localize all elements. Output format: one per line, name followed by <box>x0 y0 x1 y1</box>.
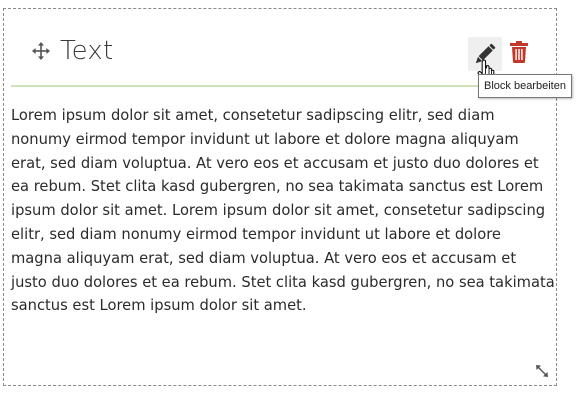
pencil-icon <box>475 43 496 64</box>
resize-icon[interactable] <box>534 363 550 379</box>
move-icon[interactable] <box>32 42 50 60</box>
edit-tooltip: Block bearbeiten <box>478 74 572 98</box>
block-title: Text <box>60 36 114 66</box>
trash-icon <box>510 41 528 63</box>
header-divider <box>11 85 556 87</box>
text-block[interactable]: Text Lorem ipsum dolor sit amet, consete… <box>3 8 557 386</box>
delete-button[interactable] <box>507 39 531 65</box>
block-body-text[interactable]: Lorem ipsum dolor sit amet, consetetur s… <box>11 104 556 318</box>
edit-button[interactable] <box>468 37 502 71</box>
block-header: Text <box>4 9 556 87</box>
